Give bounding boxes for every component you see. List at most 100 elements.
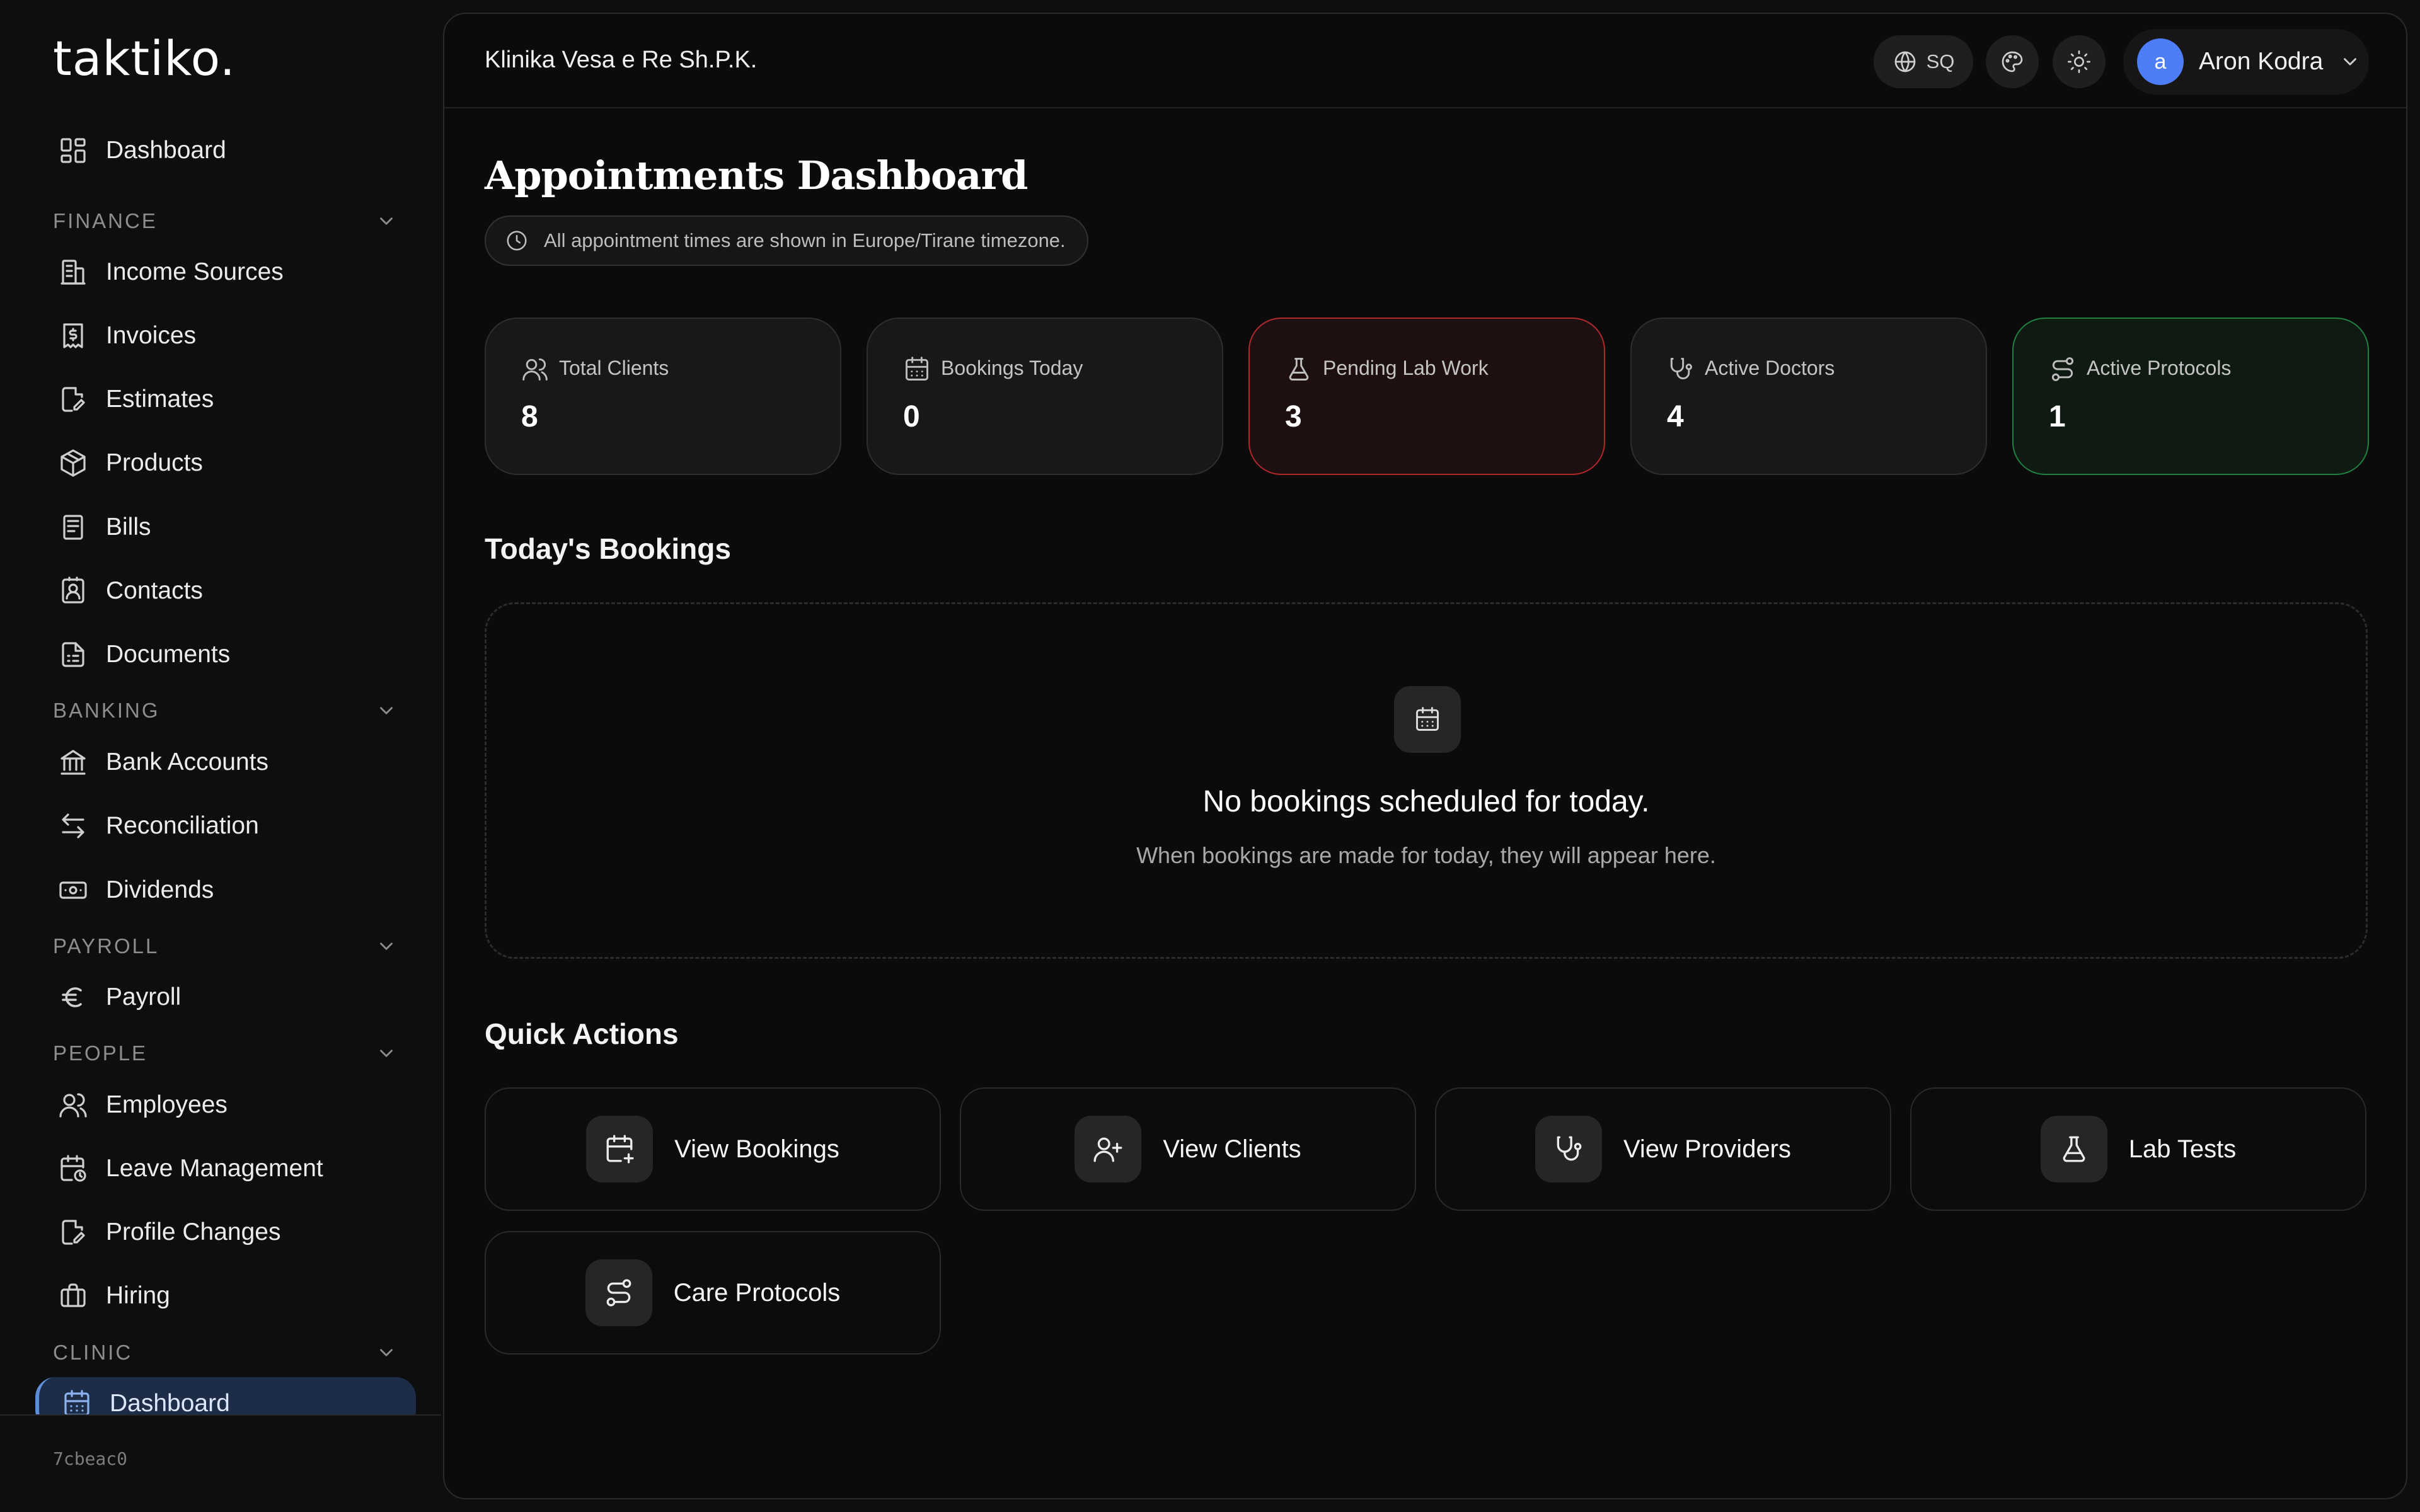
sidebar-item-dashboard[interactable]: Dashboard [35, 124, 416, 177]
sun-icon [2066, 49, 2092, 74]
banknote-icon [58, 875, 88, 905]
palette-icon [2000, 49, 2025, 74]
sidebar-item-label: Hiring [106, 1282, 170, 1309]
sidebar-item-label: Dividends [106, 876, 214, 903]
section-payroll[interactable]: PAYROLL [53, 931, 397, 962]
file-edit-icon [58, 1217, 88, 1247]
sidebar-item-label: Reconciliation [106, 812, 259, 839]
stat-card-total-clients: Total Clients 8 [485, 318, 841, 475]
stat-label: Active Doctors [1705, 357, 1835, 379]
topbar: Klinika Vesa e Re Sh.P.K. SQ a Aron Kodr… [444, 14, 2406, 108]
qa-label: Care Protocols [673, 1278, 841, 1307]
empty-state-subtitle: When bookings are made for today, they w… [1136, 842, 1716, 868]
stethoscope-icon [1553, 1133, 1584, 1165]
users-icon [58, 1090, 88, 1120]
sidebar-item-label: Documents [106, 641, 231, 668]
qa-icon-box [586, 1116, 654, 1183]
page-title: Appointments Dashboard [485, 152, 1028, 198]
file-edit-icon [58, 384, 88, 415]
sidebar-item-income-sources[interactable]: Income Sources [35, 246, 416, 299]
view-providers-button[interactable]: View Providers [1435, 1087, 1891, 1211]
sidebar-item-products[interactable]: Products [35, 437, 416, 490]
calendar-icon [1414, 706, 1441, 733]
route-icon [2049, 355, 2077, 383]
sidebar-item-leave-management[interactable]: Leave Management [35, 1142, 416, 1195]
qa-icon-box [2040, 1116, 2107, 1183]
theme-toggle-button[interactable] [2053, 35, 2106, 88]
chevron-down-icon [376, 1043, 397, 1064]
receipt-dollar-icon [58, 321, 88, 351]
sidebar-item-bills[interactable]: Bills [35, 501, 416, 554]
stat-card-pending-lab-work: Pending Lab Work 3 [1248, 318, 1605, 475]
sidebar: taktiko. Dashboard FINANCE Income Source… [0, 0, 441, 1512]
sidebar-item-label: Dashboard [106, 137, 226, 164]
sidebar-footer: 7cbeac0 [0, 1414, 441, 1512]
sidebar-item-label: Contacts [106, 577, 203, 604]
sidebar-item-profile-changes[interactable]: Profile Changes [35, 1206, 416, 1259]
swap-arrows-icon [58, 811, 88, 841]
stat-card-active-protocols: Active Protocols 1 [2012, 318, 2369, 475]
calendar-icon [62, 1389, 92, 1414]
section-banking[interactable]: BANKING [53, 695, 397, 726]
sidebar-item-hiring[interactable]: Hiring [35, 1269, 416, 1322]
sidebar-item-label: Dashboard [110, 1390, 230, 1414]
qa-label: View Clients [1163, 1135, 1301, 1163]
section-label: PEOPLE [53, 1041, 148, 1065]
sidebar-item-clinic-dashboard[interactable]: Dashboard [35, 1377, 416, 1414]
chevron-down-icon [2339, 51, 2361, 72]
language-code: SQ [1926, 50, 1955, 72]
stethoscope-icon [1667, 355, 1695, 383]
sidebar-item-estimates[interactable]: Estimates [35, 373, 416, 426]
sidebar-item-label: Estimates [106, 386, 214, 413]
timezone-notice: All appointment times are shown in Europ… [485, 215, 1088, 266]
chevron-down-icon [376, 936, 397, 957]
sidebar-item-documents[interactable]: Documents [35, 628, 416, 681]
language-switcher[interactable]: SQ [1874, 35, 1973, 88]
section-label: FINANCE [53, 209, 158, 232]
calendar-clock-icon [58, 1154, 88, 1184]
section-finance[interactable]: FINANCE [53, 205, 397, 237]
stat-label: Active Protocols [2087, 357, 2232, 379]
chevron-down-icon [376, 1342, 397, 1363]
sidebar-item-bank-accounts[interactable]: Bank Accounts [35, 736, 416, 789]
briefcase-icon [58, 1281, 88, 1311]
care-protocols-button[interactable]: Care Protocols [485, 1231, 941, 1354]
view-clients-button[interactable]: View Clients [960, 1087, 1416, 1211]
lab-tests-button[interactable]: Lab Tests [1910, 1087, 2366, 1211]
sidebar-item-dividends[interactable]: Dividends [35, 864, 416, 917]
stat-value: 0 [903, 400, 920, 433]
calendar-icon [903, 355, 931, 383]
stat-value: 3 [1285, 400, 1302, 433]
clock-icon [505, 229, 529, 253]
users-icon [521, 355, 549, 383]
empty-state-icon-box [1394, 686, 1461, 753]
user-menu[interactable]: a Aron Kodra [2123, 29, 2369, 94]
document-icon [58, 639, 88, 670]
stat-label: Total Clients [559, 357, 669, 379]
view-bookings-button[interactable]: View Bookings [485, 1087, 941, 1211]
sidebar-item-contacts[interactable]: Contacts [35, 564, 416, 617]
sidebar-item-label: Bank Accounts [106, 748, 268, 776]
app-logo[interactable]: taktiko. [53, 30, 236, 86]
sidebar-item-employees[interactable]: Employees [35, 1079, 416, 1131]
stat-label: Bookings Today [941, 357, 1083, 379]
todays-bookings-heading: Today's Bookings [485, 532, 731, 565]
section-people[interactable]: PEOPLE [53, 1038, 397, 1069]
stat-value: 1 [2049, 400, 2066, 433]
sidebar-item-invoices[interactable]: Invoices [35, 309, 416, 362]
bookings-empty-state: No bookings scheduled for today. When bo… [485, 602, 2368, 959]
package-icon [58, 448, 88, 478]
qa-icon-box [585, 1259, 652, 1326]
qa-label: View Bookings [674, 1135, 839, 1163]
stat-card-bookings-today: Bookings Today 0 [867, 318, 1223, 475]
calendar-plus-icon [604, 1133, 635, 1165]
user-plus-icon [1092, 1133, 1124, 1165]
sidebar-nav: taktiko. Dashboard FINANCE Income Source… [0, 0, 441, 1414]
sidebar-item-label: Employees [106, 1091, 228, 1118]
contact-card-icon [58, 576, 88, 606]
main-panel: Klinika Vesa e Re Sh.P.K. SQ a Aron Kodr… [443, 13, 2407, 1499]
section-clinic[interactable]: CLINIC [53, 1337, 397, 1368]
sidebar-item-payroll[interactable]: Payroll [35, 971, 416, 1024]
palette-button[interactable] [1986, 35, 2039, 88]
sidebar-item-reconciliation[interactable]: Reconciliation [35, 799, 416, 852]
